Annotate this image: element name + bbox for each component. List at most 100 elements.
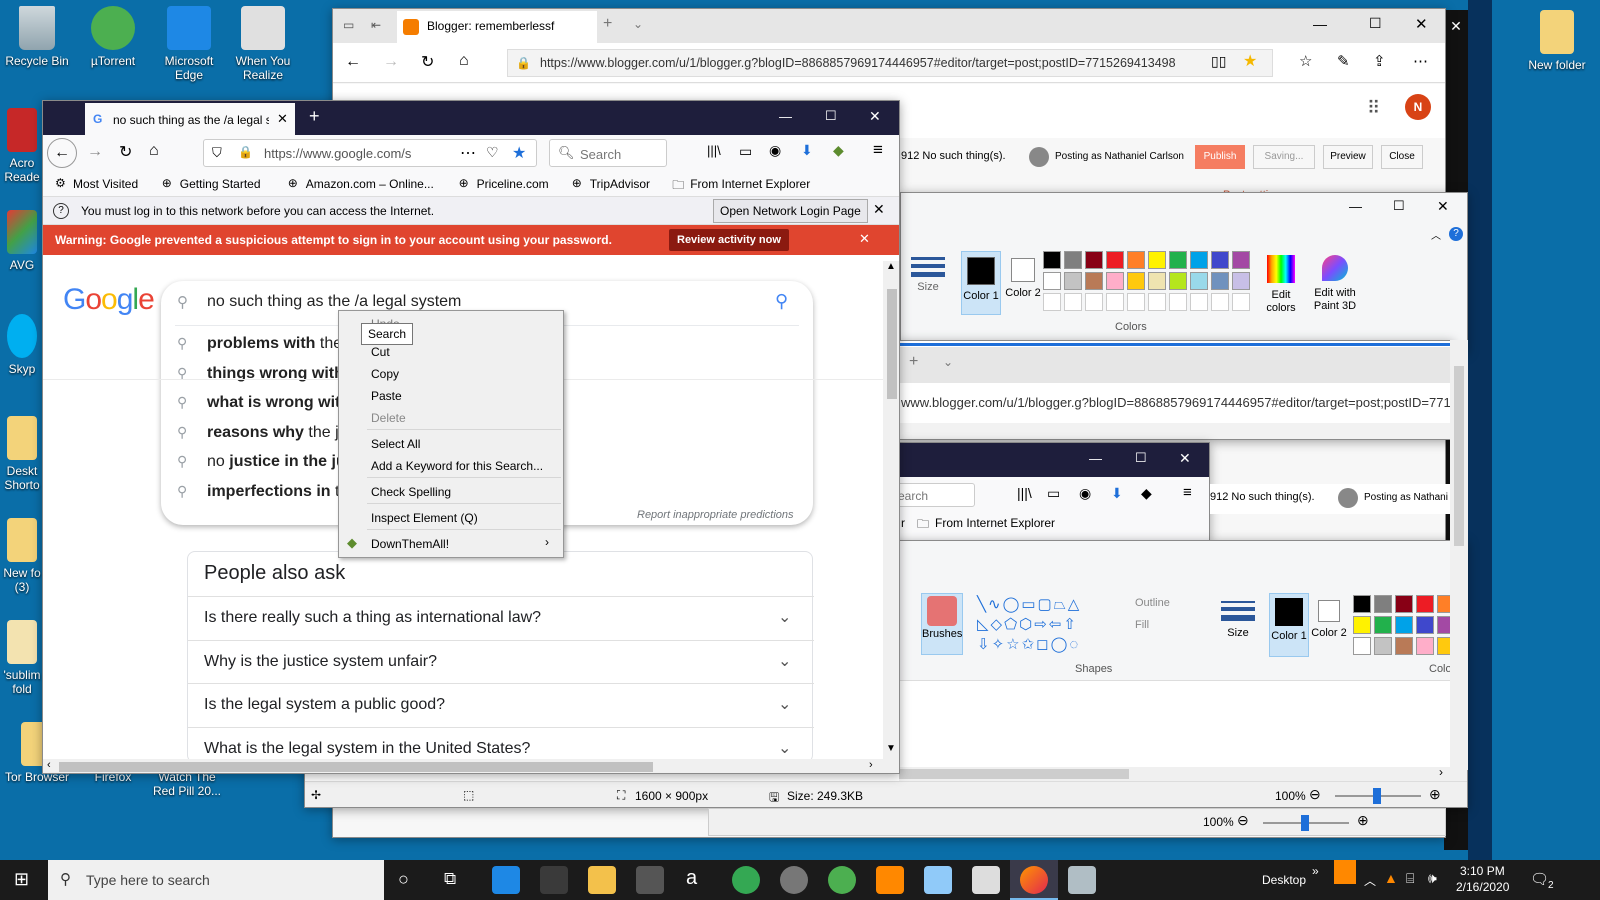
close-icon[interactable]: ✕: [1444, 18, 1468, 35]
maximize-icon[interactable]: ☐: [1369, 15, 1382, 32]
avg-icon[interactable]: AVG: [0, 210, 44, 272]
open-network-login-button[interactable]: Open Network Login Page: [713, 199, 868, 223]
close-icon[interactable]: ✕: [873, 201, 885, 218]
refresh-icon[interactable]: ↻: [119, 142, 132, 162]
color-swatch[interactable]: [1232, 293, 1250, 311]
app-icon[interactable]: [780, 866, 808, 894]
library-icon[interactable]: |||\: [707, 143, 721, 158]
menu-delete[interactable]: Delete: [371, 411, 406, 425]
firefox-active-tab[interactable]: G no such thing as the /a legal sy ✕: [85, 103, 295, 135]
vertical-scrollbar[interactable]: [1450, 340, 1468, 770]
zoom-out-icon[interactable]: ⊖: [1237, 812, 1249, 829]
notification-app-icon[interactable]: [1334, 860, 1356, 884]
desktop-toolbar-label[interactable]: Desktop: [1262, 873, 1306, 887]
camera-icon[interactable]: [972, 866, 1000, 894]
back-icon[interactable]: ←: [47, 138, 77, 168]
menu-check-spelling[interactable]: Check Spelling: [371, 485, 451, 499]
clock-date[interactable]: 2/16/2020: [1456, 880, 1509, 894]
google-search-input[interactable]: no such thing as the /a legal system: [207, 293, 461, 311]
file-explorer-icon[interactable]: [588, 866, 616, 894]
zoom-out-icon[interactable]: ⊖: [1309, 786, 1321, 803]
close-post-button[interactable]: Close: [1381, 145, 1423, 169]
vlc-tray-icon[interactable]: ▲: [1384, 870, 1398, 886]
color-swatch[interactable]: [1064, 251, 1082, 269]
new-tab-icon[interactable]: +: [603, 15, 612, 33]
close-icon[interactable]: ✕: [1415, 15, 1428, 33]
maximize-icon[interactable]: ☐: [1393, 198, 1405, 214]
scroll-right-icon[interactable]: ›: [1439, 765, 1443, 779]
firefox-search-box[interactable]: 🔍︎ Search: [549, 139, 667, 167]
color-swatch[interactable]: [1416, 616, 1434, 634]
google-logo[interactable]: Google: [63, 283, 155, 317]
skype-icon[interactable]: Skyp: [0, 314, 44, 376]
color-swatch[interactable]: [1190, 293, 1208, 311]
bookmark-item[interactable]: TripAdvisor: [590, 177, 650, 191]
chevron-down-icon[interactable]: ⌄: [633, 17, 643, 31]
paa-question[interactable]: Why is the justice system unfair? ⌄: [188, 639, 814, 683]
outline-button[interactable]: Outline: [1135, 597, 1170, 609]
store-icon[interactable]: [540, 866, 568, 894]
new-folder-right-icon[interactable]: New folder: [1520, 10, 1594, 72]
edit-with-paint3d-button[interactable]: Edit with Paint 3D: [1305, 255, 1365, 313]
account-icon[interactable]: ◉: [1079, 485, 1091, 502]
color-swatch[interactable]: [1353, 637, 1371, 655]
bookmark-item[interactable]: Priceline.com: [477, 177, 549, 191]
close-tab-icon[interactable]: ✕: [277, 111, 288, 127]
scroll-down-icon[interactable]: ▼: [886, 743, 896, 754]
menu-add-keyword[interactable]: Add a Keyword for this Search...: [371, 459, 543, 473]
taskbar-search[interactable]: ⚲ Type here to search: [48, 860, 384, 900]
color-swatch[interactable]: [1374, 616, 1392, 634]
zoom-in-icon[interactable]: ⊕: [1357, 812, 1369, 829]
library-icon[interactable]: |||\: [1017, 485, 1032, 501]
color-swatch[interactable]: [1232, 251, 1250, 269]
acrobat-reader-icon[interactable]: Acro Reade: [0, 108, 44, 184]
inner-edge-url[interactable]: www.blogger.com/u/1/blogger.g?blogID=886…: [901, 395, 1453, 410]
chevron-right-icon[interactable]: »: [1312, 864, 1319, 878]
color-swatch[interactable]: [1211, 272, 1229, 290]
extension-icon[interactable]: ◆: [833, 142, 844, 159]
sidebar-icon[interactable]: ▭: [1047, 485, 1060, 502]
edge-address-bar[interactable]: 🔒 https://www.blogger.com/u/1/blogger.g?…: [507, 49, 1273, 77]
minimize-icon[interactable]: —: [1089, 451, 1102, 466]
edit-colors-button[interactable]: Edit colors: [1263, 255, 1299, 315]
bookmark-item[interactable]: Getting Started: [180, 177, 261, 191]
menu-select-all[interactable]: Select All: [371, 437, 420, 451]
color-swatch[interactable]: [1043, 251, 1061, 269]
paint-alt-icon[interactable]: [1068, 866, 1096, 894]
menu-icon[interactable]: ≡: [873, 140, 883, 160]
search-input[interactable]: earch: [899, 489, 928, 503]
menu-icon[interactable]: ≡: [1183, 484, 1192, 501]
volume-icon[interactable]: 🕪: [1428, 870, 1437, 887]
color-swatch[interactable]: [1190, 251, 1208, 269]
report-predictions-link[interactable]: Report inappropriate predictions: [637, 509, 794, 521]
scroll-right-icon[interactable]: ›: [869, 759, 873, 771]
set-aside-tabs-icon[interactable]: ⇤: [371, 18, 381, 32]
new-folder-3-icon[interactable]: New fo (3): [0, 518, 44, 594]
maximize-icon[interactable]: ☐: [825, 108, 837, 124]
vertical-scrollbar[interactable]: ▲ ▼: [883, 261, 899, 773]
fill-button[interactable]: Fill: [1135, 619, 1149, 631]
new-tab-icon[interactable]: +: [309, 106, 320, 127]
vlc-icon[interactable]: [876, 866, 904, 894]
color2-selector[interactable]: Color 2: [1311, 593, 1347, 657]
tab-preview-icon[interactable]: ▭: [343, 18, 354, 32]
bookmark-item[interactable]: Amazon.com – Online...: [306, 177, 434, 191]
color-swatch[interactable]: [1232, 272, 1250, 290]
paa-question[interactable]: Is the legal system a public good? ⌄: [188, 683, 814, 726]
download-icon[interactable]: ⬇: [1111, 485, 1123, 502]
when-you-realize-icon[interactable]: When You Realize: [226, 6, 300, 82]
color-swatch[interactable]: [1085, 251, 1103, 269]
color-swatch[interactable]: [1148, 293, 1166, 311]
clock-time[interactable]: 3:10 PM: [1460, 864, 1505, 878]
zoom-in-icon[interactable]: ⊕: [1429, 786, 1441, 803]
size-tool[interactable]: Size: [911, 253, 945, 293]
color1-selector[interactable]: Color 1: [961, 251, 1001, 315]
brushes-button[interactable]: Brushes: [921, 593, 963, 655]
firefox-address-bar[interactable]: ⛉ 🔒 https://www.google.com/s ⋯ ♡ ★: [203, 139, 537, 167]
bookmark-from-ie[interactable]: From Internet Explorer: [935, 516, 1055, 530]
mail-icon[interactable]: [636, 866, 664, 894]
windows-start-icon[interactable]: ⊞: [14, 869, 29, 890]
edge-active-tab[interactable]: Blogger: rememberlessf: [397, 11, 597, 43]
chevron-up-icon[interactable]: ︿: [1431, 227, 1441, 242]
color-swatch[interactable]: [1148, 272, 1166, 290]
